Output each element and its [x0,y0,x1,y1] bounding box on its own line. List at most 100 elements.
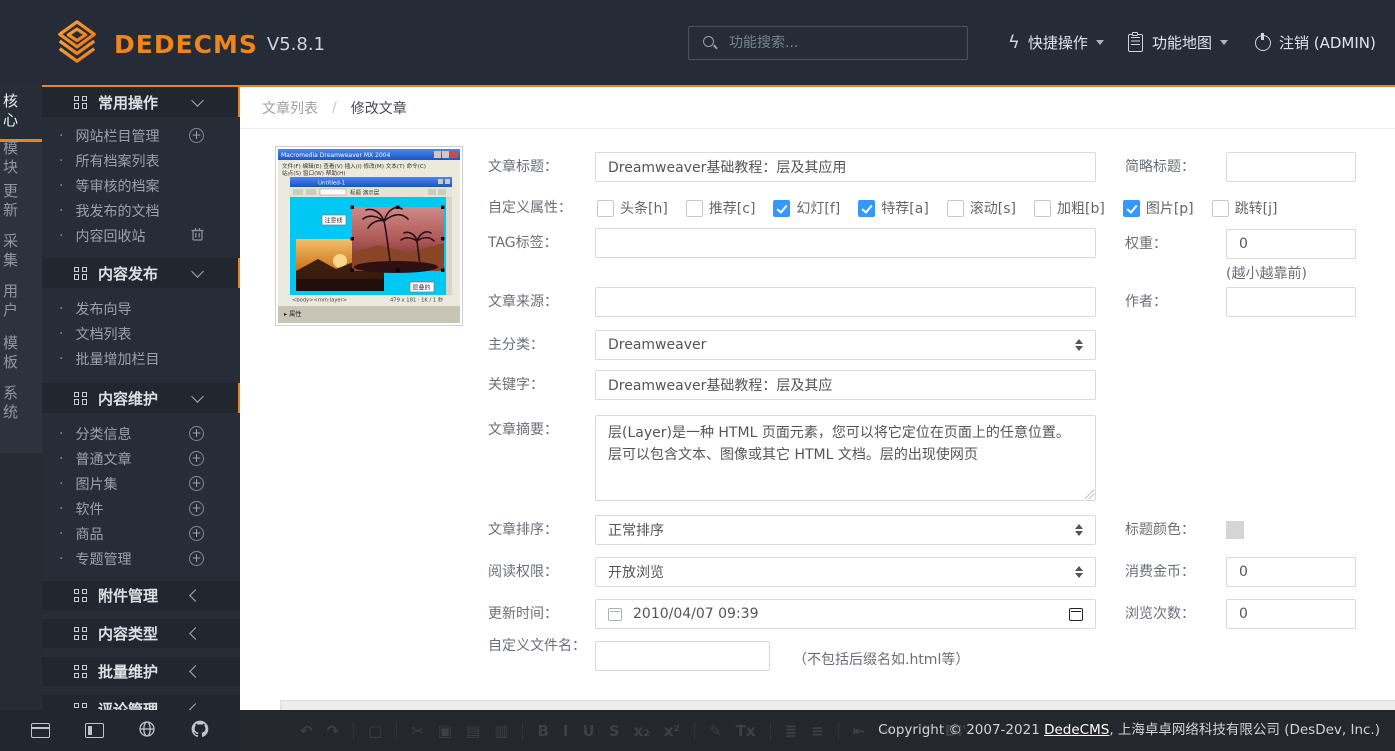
plus-circle-icon[interactable]: + [189,426,204,441]
window-icon[interactable] [31,723,50,738]
menu-item-classified-info[interactable]: · 分类信息 + [42,421,240,446]
menu-group-comments[interactable]: 评论管理 [42,695,240,710]
menu-group-content-types[interactable]: 内容类型 [42,619,240,648]
checkbox-checked[interactable] [773,200,790,217]
plus-circle-icon[interactable]: + [189,476,204,491]
rail-item-core[interactable]: 核心 [0,85,42,142]
checkbox-unchecked[interactable] [1212,200,1229,217]
views-input[interactable] [1226,599,1356,629]
attr-jump[interactable]: 跳转[j] [1212,198,1278,218]
menu-group-content-publish[interactable]: 内容发布 [42,258,240,288]
editor-toolbar-icon[interactable]: B [537,722,548,740]
textarea-resize-grip[interactable] [1084,489,1094,499]
trash-icon[interactable] [191,227,204,245]
category-select[interactable]: Dreamweaver [595,330,1096,360]
menu-group-attachments[interactable]: 附件管理 [42,581,240,610]
function-search[interactable] [688,26,968,60]
menu-item-site-columns[interactable]: · 网站栏目管理 + [42,123,240,148]
title-color-swatch[interactable] [1226,521,1244,539]
checkbox-checked[interactable] [858,200,875,217]
menu-item-special-topics[interactable]: · 专题管理 + [42,546,240,571]
attr-recommend[interactable]: 推荐[c] [686,198,756,218]
editor-toolbar-icon[interactable]: ↷ [327,722,340,740]
read-access-select[interactable]: 开放浏览 [595,557,1096,587]
logout-button[interactable]: 注销 (ADMIN) [1255,0,1376,85]
plus-circle-icon[interactable]: + [189,501,204,516]
source-input[interactable] [595,287,1096,317]
author-input[interactable] [1226,287,1356,317]
update-time-input[interactable]: 2010/04/07 09:39 [595,599,1096,629]
tag-input[interactable] [595,228,1096,258]
attr-image[interactable]: 图片[p] [1123,198,1194,218]
menu-group-content-maintain[interactable]: 内容维护 [42,383,240,413]
plus-circle-icon[interactable]: + [189,128,204,143]
menu-item-document-list[interactable]: · 文档列表 [42,321,240,346]
filename-input[interactable] [595,641,770,671]
plus-circle-icon[interactable]: + [189,551,204,566]
editor-toolbar-icon[interactable]: ↶ [300,722,313,740]
menu-item-my-documents[interactable]: · 我发布的文档 [42,198,240,223]
editor-toolbar-icon[interactable]: I [563,722,569,740]
rail-item-modules[interactable]: 模块 [0,140,42,178]
menu-group-batch-maintain[interactable]: 批量维护 [42,657,240,686]
menu-item-publish-wizard[interactable]: · 发布向导 [42,296,240,321]
attr-slideshow[interactable]: 幻灯[f] [773,198,840,218]
checkbox-unchecked[interactable] [1034,200,1051,217]
menu-item-all-archives[interactable]: · 所有档案列表 [42,148,240,173]
plus-circle-icon[interactable]: + [189,451,204,466]
checkbox-unchecked[interactable] [597,200,614,217]
summary-textarea[interactable]: 层(Layer)是一种 HTML 页面元素，您可以将它定位在页面上的任意位置。层… [595,415,1096,501]
editor-toolbar-icon[interactable]: ▥ [494,722,508,740]
github-icon[interactable] [191,720,209,742]
feature-map-menu[interactable]: 功能地图 [1128,0,1228,85]
editor-toolbar-icon[interactable]: ≡ [811,722,824,740]
keywords-input[interactable] [595,370,1096,400]
quick-actions-menu[interactable]: ϟ 快捷操作 [1008,0,1104,85]
menu-group-common-operations[interactable]: 常用操作 [42,87,240,117]
article-thumbnail-image[interactable]: Macromedia Dreamweaver MX 2004 文件(F) 编辑(… [275,146,463,326]
breadcrumb-article-list[interactable]: 文章列表 [262,98,318,118]
editor-toolbar-icon[interactable]: ≣ [785,722,798,740]
menu-item-pending-archives[interactable]: · 等审核的档案 [42,173,240,198]
calendar-picker-icon[interactable] [1069,608,1083,621]
editor-toolbar-icon[interactable]: ▢ [368,722,382,740]
short-title-input[interactable] [1226,152,1356,182]
rail-item-users[interactable]: 用户 [0,283,42,321]
coins-input[interactable] [1226,557,1356,587]
rail-item-update[interactable]: 更新 [0,183,42,221]
editor-toolbar-icon[interactable]: U [583,722,595,740]
editor-toolbar-icon[interactable]: ✎ [709,722,722,740]
attr-headline[interactable]: 头条[h] [597,198,668,218]
menu-item-product[interactable]: · 商品 + [42,521,240,546]
editor-toolbar-icon[interactable]: ⇤ [853,722,866,740]
dedecms-link[interactable]: DedeCMS [1044,722,1109,738]
attr-scroll[interactable]: 滚动[s] [947,198,1016,218]
editor-toolbar-icon[interactable]: Tx [736,722,756,740]
editor-toolbar-icon[interactable]: ▤ [466,722,480,740]
attr-special[interactable]: 特荐[a] [858,198,929,218]
search-input[interactable] [727,34,967,52]
globe-icon[interactable] [138,720,156,742]
title-input[interactable] [595,152,1096,182]
checkbox-checked[interactable] [1123,200,1140,217]
menu-item-recycle-bin[interactable]: · 内容回收站 [42,223,240,248]
editor-toolbar-icon[interactable]: x₂ [634,722,650,740]
sort-select[interactable]: 正常排序 [595,515,1096,545]
rail-item-system[interactable]: 系统 [0,385,42,423]
plus-circle-icon[interactable]: + [189,526,204,541]
editor-toolbar-icon[interactable]: x² [664,722,680,740]
editor-toolbar-icon[interactable]: ▣ [438,722,452,740]
editor-toolbar-icon[interactable]: S [609,722,620,740]
menu-item-image-gallery[interactable]: · 图片集 + [42,471,240,496]
checkbox-unchecked[interactable] [947,200,964,217]
rail-item-template[interactable]: 模板 [0,335,42,373]
brand[interactable]: DEDECMS V5.8.1 [54,19,325,69]
sidebar-toggle-icon[interactable] [85,723,104,738]
checkbox-unchecked[interactable] [686,200,703,217]
menu-item-software[interactable]: · 软件 + [42,496,240,521]
menu-item-normal-article[interactable]: · 普通文章 + [42,446,240,471]
weight-input[interactable] [1226,229,1356,259]
menu-item-batch-add-columns[interactable]: · 批量增加栏目 [42,346,240,371]
rail-item-collect[interactable]: 采集 [0,233,42,271]
editor-toolbar-icon[interactable]: ✂ [411,722,424,740]
